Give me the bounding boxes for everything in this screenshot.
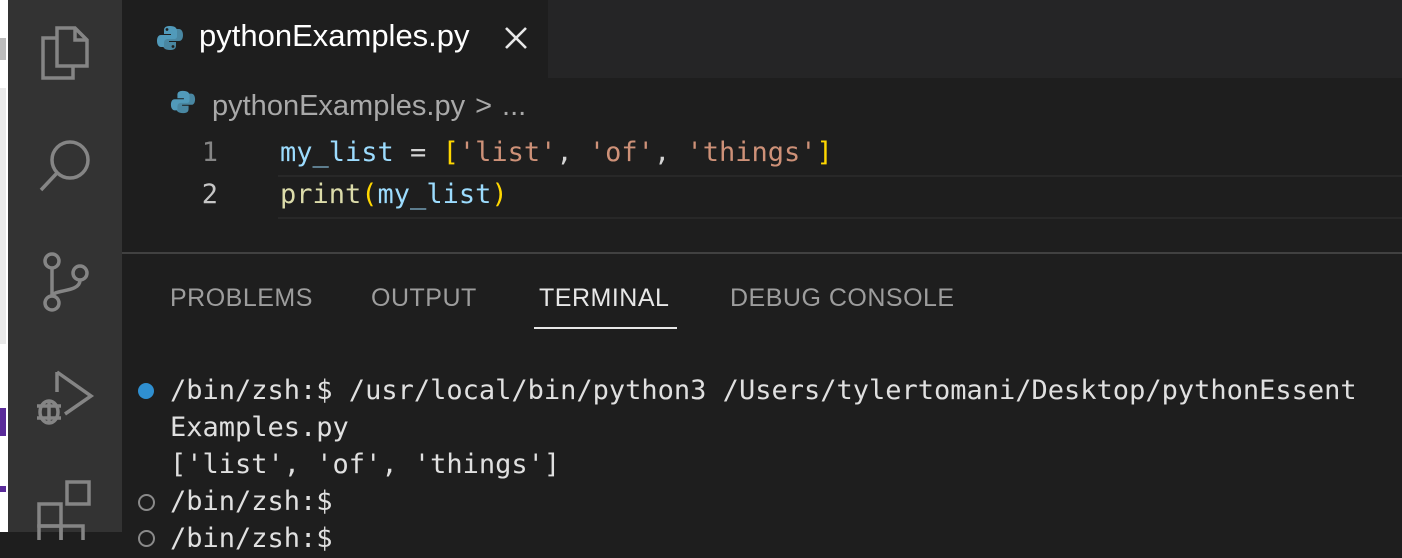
- code-text: my_list = ['list', 'of', 'things']: [280, 137, 833, 168]
- terminal-line: /bin/zsh:$: [170, 523, 333, 554]
- terminal[interactable]: /bin/zsh:$ /usr/local/bin/python3 /Users…: [122, 372, 1402, 554]
- chevron-right-icon: >: [475, 89, 493, 122]
- command-success-dot-icon[interactable]: [138, 383, 154, 399]
- python-icon: [170, 89, 196, 123]
- activity-bar: [8, 0, 122, 540]
- terminal-line: Examples.py: [170, 412, 349, 443]
- tab-problems[interactable]: PROBLEMS: [170, 284, 313, 313]
- tab-python-examples[interactable]: pythonExamples.py: [122, 0, 548, 78]
- breadcrumb: pythonExamples.py > ...: [170, 86, 526, 126]
- terminal-line: /bin/zsh:$ /usr/local/bin/python3 /Users…: [170, 375, 1357, 406]
- tab-debug-console[interactable]: DEBUG CONSOLE: [730, 284, 955, 313]
- bottom-panel: PROBLEMS OUTPUT TERMINAL DEBUG CONSOLE /…: [122, 252, 1402, 554]
- breadcrumb-more[interactable]: ...: [502, 90, 526, 123]
- line-number: 1: [201, 137, 218, 168]
- line-number: 2: [201, 179, 218, 210]
- command-dot-icon[interactable]: [138, 530, 155, 547]
- tab-label: pythonExamples.py: [199, 18, 470, 53]
- command-dot-icon[interactable]: [138, 494, 155, 511]
- close-icon[interactable]: [502, 24, 530, 57]
- search-icon[interactable]: [8, 118, 122, 214]
- tab-terminal[interactable]: TERMINAL: [539, 284, 669, 313]
- terminal-line: /bin/zsh:$: [170, 486, 333, 517]
- extensions-icon[interactable]: [8, 462, 122, 558]
- breadcrumb-file[interactable]: pythonExamples.py: [212, 90, 465, 123]
- code-text: print(my_list): [280, 179, 508, 210]
- code-editor[interactable]: 1 my_list = ['list', 'of', 'things'] 2 p…: [122, 132, 1402, 252]
- code-line-2: 2 print(my_list): [122, 174, 1402, 216]
- python-icon: [156, 24, 184, 57]
- code-line-1: 1 my_list = ['list', 'of', 'things']: [122, 132, 1402, 174]
- explorer-icon[interactable]: [8, 4, 122, 100]
- source-control-icon[interactable]: [8, 234, 122, 330]
- editor-tab-bar: pythonExamples.py: [122, 0, 1402, 78]
- tab-output[interactable]: OUTPUT: [371, 284, 477, 313]
- terminal-line: ['list', 'of', 'things']: [170, 449, 561, 480]
- run-debug-icon[interactable]: [8, 350, 122, 446]
- active-tab-indicator: [534, 327, 677, 329]
